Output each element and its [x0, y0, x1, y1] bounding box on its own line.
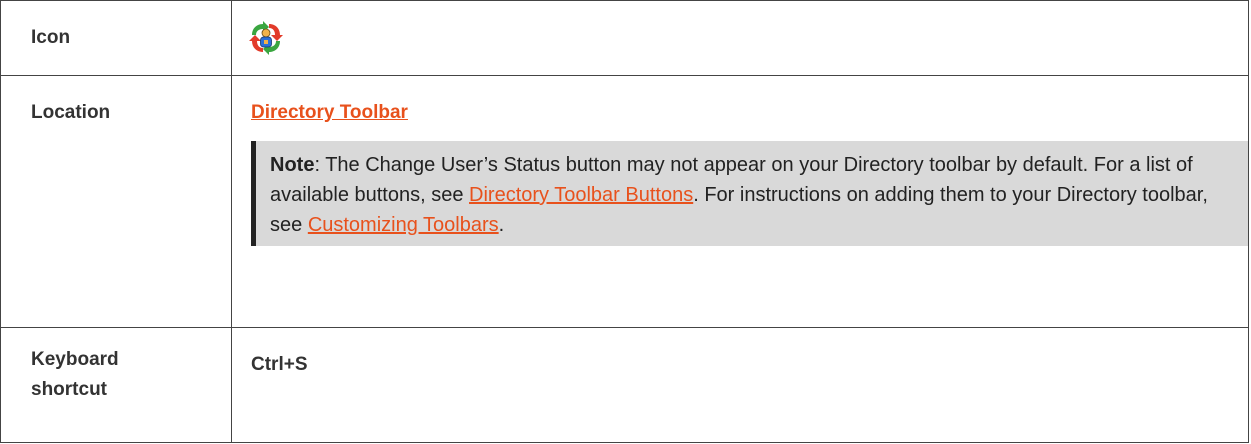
- info-table: Icon Location Directory Toolbar Note: Th…: [0, 0, 1249, 443]
- directory-toolbar-buttons-link[interactable]: Directory Toolbar Buttons: [469, 184, 693, 206]
- keyboard-label-line1: Keyboard: [31, 349, 119, 370]
- keyboard-shortcut-value: Ctrl+S: [251, 354, 308, 375]
- note-lead: Note: [270, 154, 315, 176]
- directory-toolbar-link[interactable]: Directory Toolbar: [251, 98, 408, 128]
- keyboard-label-line2: shortcut: [31, 379, 107, 400]
- change-user-status-icon: [249, 21, 283, 55]
- customizing-toolbars-link[interactable]: Customizing Toolbars: [308, 214, 499, 236]
- keyboard-row-label: Keyboard shortcut: [1, 328, 231, 405]
- location-row-label: Location: [31, 102, 111, 123]
- icon-row-label: Icon: [31, 27, 71, 48]
- table-row-keyboard: Keyboard shortcut Ctrl+S: [0, 327, 1249, 443]
- value-cell: Directory Toolbar Note: The Change User’…: [231, 75, 1249, 328]
- value-cell: Ctrl+S: [231, 327, 1249, 443]
- table-row-icon: Icon: [0, 0, 1249, 76]
- note-box: Note: The Change User’s Status button ma…: [251, 141, 1248, 246]
- label-cell: Location: [0, 75, 232, 328]
- label-cell: Keyboard shortcut: [0, 327, 232, 443]
- table-row-location: Location Directory Toolbar Note: The Cha…: [0, 75, 1249, 328]
- note-text-3: .: [498, 214, 505, 236]
- label-cell: Icon: [0, 0, 232, 76]
- value-cell: [231, 0, 1249, 76]
